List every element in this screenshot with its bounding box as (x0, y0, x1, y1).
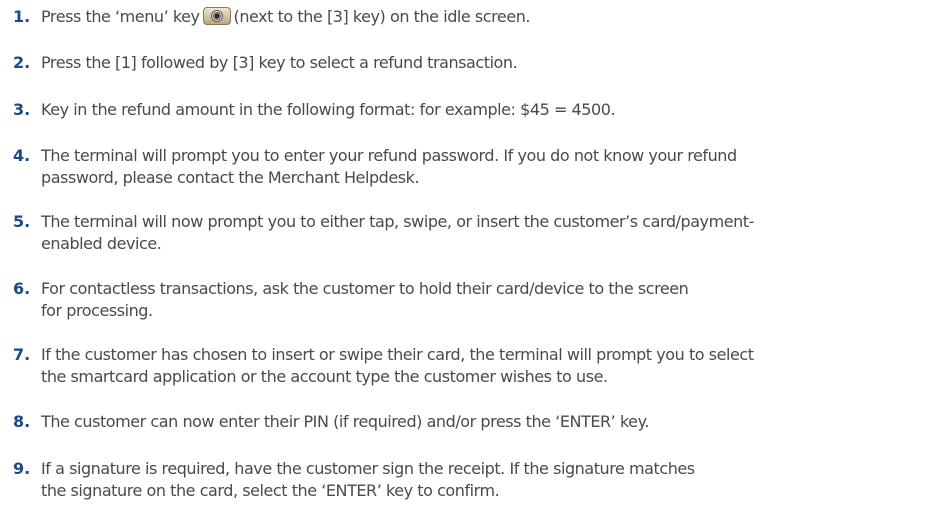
step-line: enabled device. (41, 234, 162, 253)
step-text: The terminal will now prompt you to eith… (41, 211, 925, 255)
step-number: 8. (13, 412, 31, 431)
step-line: Press the ‘menu’ key (41, 7, 200, 26)
step-4: 4. The terminal will prompt you to enter… (0, 145, 925, 189)
step-number: 9. (13, 459, 31, 478)
step-number: 4. (13, 146, 31, 165)
step-line: For contactless transactions, ask the cu… (41, 279, 689, 298)
step-number: 5. (13, 212, 31, 231)
step-line: for processing. (41, 301, 153, 320)
step-text: Press the [1] followed by [3] key to sel… (41, 52, 925, 74)
step-line: If the customer has chosen to insert or … (41, 345, 754, 364)
menu-key-icon (202, 7, 231, 25)
step-5: 5. The terminal will now prompt you to e… (0, 211, 925, 255)
step-text: Press the ‘menu’ key (next to the [3] key… (41, 6, 925, 28)
step-text: If a signature is required, have the cus… (41, 458, 925, 502)
step-number: 3. (13, 100, 31, 119)
step-6: 6. For contactless transactions, ask the… (0, 278, 925, 322)
step-8: 8. The customer can now enter their PIN … (0, 411, 925, 433)
step-9: 9. If a signature is required, have the … (0, 458, 925, 502)
step-1: 1. Press the ‘menu’ key (next to the [3] … (0, 6, 925, 28)
step-text: If the customer has chosen to insert or … (41, 344, 925, 388)
step-number: 6. (13, 279, 31, 298)
step-text: For contactless transactions, ask the cu… (41, 278, 925, 322)
step-line: If a signature is required, have the cus… (41, 459, 695, 478)
step-line: Press the [1] followed by [3] key to sel… (41, 53, 518, 72)
step-text: The terminal will prompt you to enter yo… (41, 145, 925, 189)
refund-steps-list: 1. Press the ‘menu’ key (next to the [3] … (0, 0, 931, 515)
step-2: 2. Press the [1] followed by [3] key to … (0, 52, 925, 74)
step-line: (next to the [3] key) on the idle screen… (233, 7, 531, 26)
step-line: The terminal will now prompt you to eith… (41, 212, 754, 231)
step-line: the smartcard application or the account… (41, 367, 608, 386)
step-7: 7. If the customer has chosen to insert … (0, 344, 925, 388)
step-line: The terminal will prompt you to enter yo… (41, 146, 737, 165)
step-line: The customer can now enter their PIN (if… (41, 412, 649, 431)
step-3: 3. Key in the refund amount in the follo… (0, 99, 925, 121)
step-number: 2. (13, 53, 31, 72)
step-number: 7. (13, 345, 31, 364)
step-text: The customer can now enter their PIN (if… (41, 411, 925, 433)
step-text: Key in the refund amount in the followin… (41, 99, 925, 121)
step-line: password, please contact the Merchant He… (41, 168, 420, 187)
step-line: the signature on the card, select the ‘E… (41, 481, 500, 500)
step-number: 1. (13, 7, 31, 26)
step-line: Key in the refund amount in the followin… (41, 100, 616, 119)
